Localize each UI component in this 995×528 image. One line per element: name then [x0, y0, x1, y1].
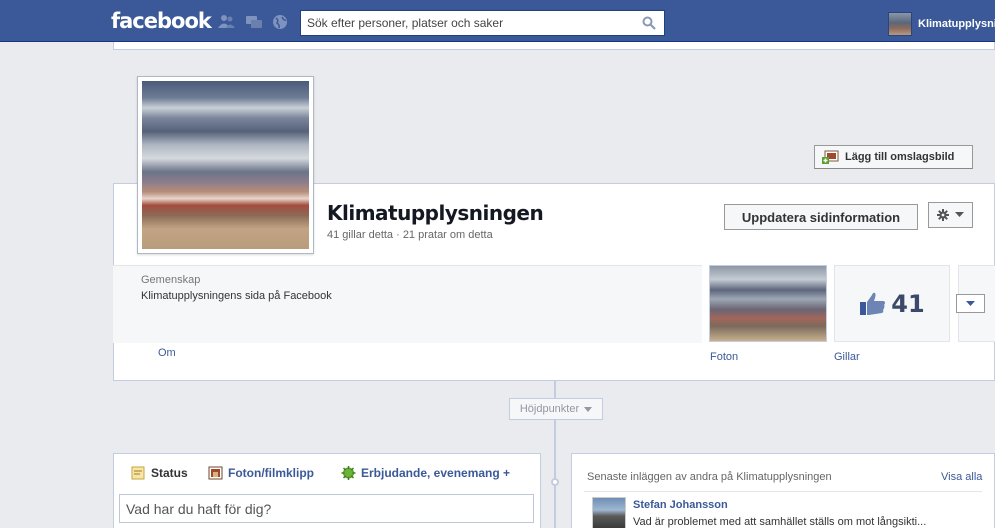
- about-section: [113, 265, 702, 343]
- messages-icon[interactable]: [245, 14, 263, 30]
- composer-tab-offer-event[interactable]: Erbjudande, evenemang +: [341, 466, 510, 480]
- status-note-icon: [131, 466, 145, 480]
- gear-icon: [937, 209, 949, 221]
- search-icon[interactable]: [642, 16, 656, 30]
- top-navigation-bar: facebook Klimatupplysningen: [0, 0, 995, 42]
- page-description: Klimatupplysningens sida på Facebook: [141, 290, 332, 302]
- page-settings-button[interactable]: [928, 202, 973, 228]
- divider: [584, 491, 982, 492]
- landscape-painting-image: [142, 81, 309, 249]
- composer-tab-label: Status: [151, 466, 188, 480]
- facebook-logo[interactable]: facebook: [111, 9, 212, 33]
- notifications-globe-icon[interactable]: [271, 14, 289, 30]
- post-author-name[interactable]: Stefan Johansson: [633, 499, 728, 511]
- avatar[interactable]: [592, 497, 626, 528]
- about-link[interactable]: Om: [158, 347, 176, 359]
- status-input[interactable]: [120, 495, 533, 522]
- page-title: Klimatupplysningen: [327, 201, 544, 225]
- likes-app-box[interactable]: 41: [834, 265, 950, 342]
- chevron-down-icon: [584, 406, 593, 412]
- composer-tab-status[interactable]: Status: [131, 466, 188, 480]
- page-profile-picture[interactable]: [137, 76, 314, 254]
- user-avatar: [888, 12, 912, 36]
- search-input[interactable]: [301, 11, 631, 35]
- likes-count: 41: [891, 289, 925, 318]
- user-profile-link[interactable]: Klimatupplysningen: [888, 12, 995, 36]
- apps-dropdown-button[interactable]: [956, 294, 985, 313]
- offer-event-icon: [341, 466, 356, 480]
- add-cover-photo-button[interactable]: Lägg till omslagsbild: [814, 145, 973, 169]
- composer-input-box: [119, 494, 534, 523]
- highlights-dropdown[interactable]: Höjdpunkter: [509, 398, 603, 420]
- page-stats: 41 gillar detta · 21 pratar om detta: [327, 229, 493, 241]
- page-category: Gemenskap: [141, 274, 201, 286]
- update-page-info-button[interactable]: Uppdatera sidinformation: [724, 204, 918, 230]
- chevron-down-icon: [955, 212, 964, 217]
- highlights-label: Höjdpunkter: [519, 403, 580, 415]
- likes-app-label[interactable]: Gillar: [834, 351, 860, 363]
- composer-tab-label: Erbjudande, evenemang +: [361, 466, 511, 480]
- cover-photo-area: [113, 42, 995, 50]
- timeline-dot: [551, 478, 559, 486]
- see-all-link[interactable]: Visa alla: [941, 471, 982, 483]
- composer-tab-label: Foton/filmklipp: [228, 466, 314, 480]
- recent-posts-title: Senaste inläggen av andra på Klimatupply…: [587, 471, 832, 483]
- thumbs-up-icon: [860, 292, 886, 315]
- composer-tab-photo[interactable]: Foton/filmklipp: [208, 466, 314, 480]
- photos-app-label[interactable]: Foton: [710, 351, 738, 363]
- search-box: [300, 10, 665, 36]
- user-name: Klimatupplysningen: [918, 18, 995, 30]
- add-cover-label: Lägg till omslagsbild: [845, 151, 955, 163]
- post-text[interactable]: Vad är problemet med att samhället ställ…: [633, 516, 926, 528]
- photos-app-thumbnail[interactable]: [709, 265, 827, 342]
- friend-requests-icon[interactable]: [218, 14, 236, 30]
- add-photo-icon: [822, 150, 839, 164]
- photo-icon: [208, 466, 223, 480]
- chevron-down-icon: [966, 300, 975, 306]
